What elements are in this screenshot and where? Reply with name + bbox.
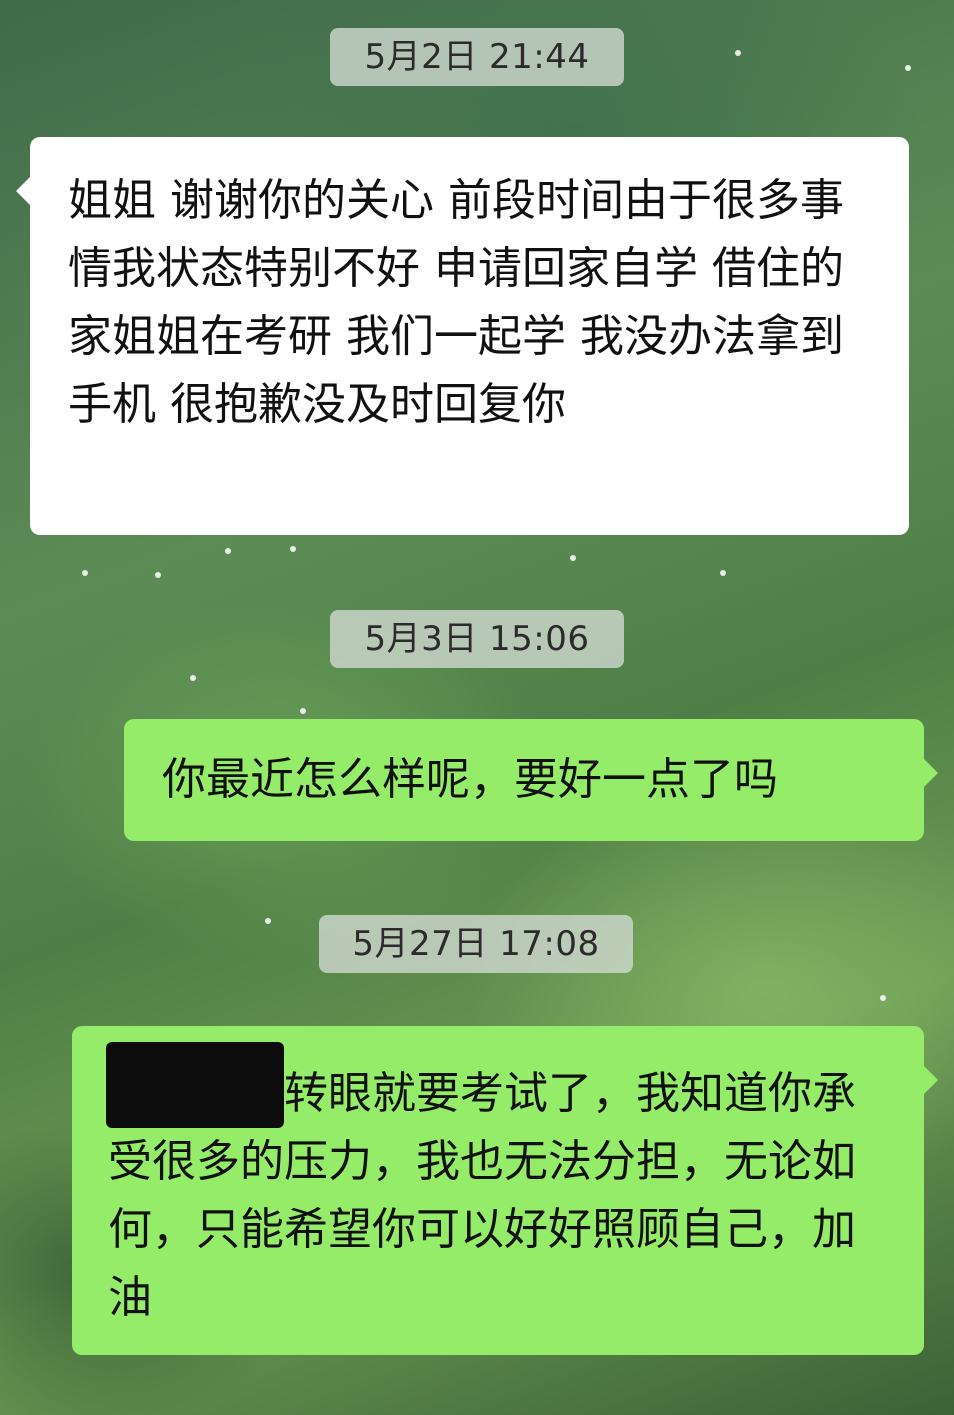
sparkle <box>155 572 161 578</box>
sparkle <box>905 65 911 71</box>
timestamp-label: 5月27日 17:08 <box>319 915 633 973</box>
bubble-tail <box>924 1066 938 1094</box>
bubble-tail <box>16 177 30 205</box>
sparkle <box>190 675 196 681</box>
message-bubble-outgoing[interactable]: 转眼就要考试了，我知道你承受很多的压力，我也无法分担，无论如何，只能希望你可以好… <box>72 1026 938 1355</box>
sparkle <box>720 570 726 576</box>
sparkle <box>880 995 886 1001</box>
sparkle <box>570 555 576 561</box>
message-text: 你最近怎么样呢，要好一点了吗 <box>162 754 778 805</box>
sparkle <box>225 548 231 554</box>
bubble-tail <box>924 759 938 787</box>
sparkle <box>735 50 741 56</box>
sparkle <box>265 918 271 924</box>
redaction-block <box>106 1042 284 1128</box>
message-text: 姐姐 谢谢你的关心 前段时间由于很多事情我状态特别不好 申请回家自学 借住的家姐… <box>68 175 844 430</box>
message-bubble-outgoing[interactable]: 你最近怎么样呢，要好一点了吗 <box>124 719 938 841</box>
sparkle <box>290 546 296 552</box>
sparkle <box>82 570 88 576</box>
timestamp-label: 5月2日 21:44 <box>330 28 624 86</box>
timestamp-label: 5月3日 15:06 <box>330 610 624 668</box>
sparkle <box>300 708 306 714</box>
message-bubble-incoming[interactable]: 姐姐 谢谢你的关心 前段时间由于很多事情我状态特别不好 申请回家自学 借住的家姐… <box>16 137 909 535</box>
